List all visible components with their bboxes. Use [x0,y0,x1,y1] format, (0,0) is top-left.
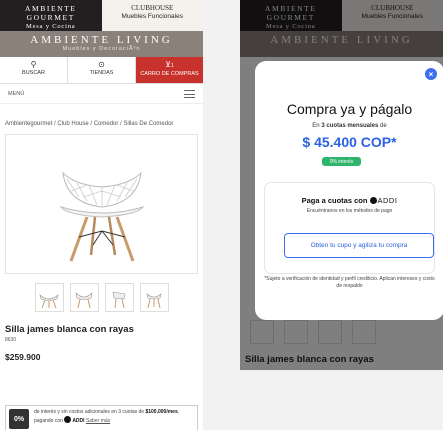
search-button[interactable]: ⚲ BUSCAR [0,57,68,83]
cart-icon: ⊻1 [165,60,174,69]
get-credit-button[interactable]: Obten tu cupo y agiliza tu compra [284,233,434,258]
modal-sub-bold: 3 cuotas mensuales [321,123,379,129]
breadcrumb[interactable]: Ambientegourmet / Club House / Comedor /… [0,104,203,128]
brand-bar: AMBIENTE GOURMET Mesa y Cocina CLUBHOUSE… [0,0,203,31]
brand-right-name: CLUBHOUSE [131,4,174,12]
financing-banner: 0% de interés y sin costos adicionales e… [5,405,198,430]
thumbnail[interactable] [139,283,169,312]
card-title-text: Paga a cuotas con [301,196,368,205]
financing-provider: ADDI [72,418,85,424]
menu-label: MENÚ [8,90,25,97]
menu-bar[interactable]: MENÚ [0,84,203,104]
zero-percent-badge: 0% [9,409,29,429]
product-page-left: AMBIENTE GOURMET Mesa y Cocina CLUBHOUSE… [0,0,203,430]
close-icon[interactable]: × [425,68,437,80]
modal-subline: En 3 cuotas mensuales de [255,123,443,129]
cart-button[interactable]: ⊻1 CARRO DE COMPRAS [136,57,203,83]
nav-row: ⚲ BUSCAR ⊙ TIENDAS ⊻1 CARRO DE COMPRAS [0,57,203,84]
living-tag: Muebles y DecoraciÃ³n [62,46,141,52]
thumbnail[interactable] [34,283,64,312]
ambiente-living-logo[interactable]: AMBIENTE LIVING Muebles y DecoraciÃ³n [0,31,203,57]
addi-financing-modal: × Compra ya y págalo En 3 cuotas mensual… [255,61,443,320]
search-icon: ⚲ [30,60,37,69]
financing-amount: $100.000/mes [145,409,178,415]
card-title: Paga a cuotas con ADDI [265,196,434,205]
modal-installment-price: $ 45.400 COP* [302,134,397,150]
addi-logo-icon [369,197,377,204]
financing-text: de interés y sin costos adicionales en 3… [34,409,194,425]
living-name: AMBIENTE LIVING [30,34,173,46]
chair-image [59,171,144,262]
thumbnail[interactable] [69,283,99,312]
zero-interest-badge: 0% interés [322,157,361,166]
modal-footnote: *Sujeto a verificación de identidad y pe… [264,276,435,289]
hamburger-icon[interactable] [184,89,195,98]
product-price: $259.900 [5,352,41,362]
stores-label: TIENDAS [89,70,114,76]
product-title: Silla james blanca con rayas [5,324,134,335]
brand-left-name: AMBIENTE GOURMET [24,4,77,22]
stores-button[interactable]: ⊙ TIENDAS [68,57,136,83]
brand-left-tag: Mesa y Cocina [26,23,76,30]
cart-count: 1 [171,63,174,69]
card-brand: ADDI [377,196,398,205]
product-main-image[interactable] [5,134,198,274]
product-sku: 8630 [5,337,17,343]
addi-card: Paga a cuotas con ADDI Encuéntranos en l… [264,182,435,274]
location-pin-icon: ⊙ [98,60,105,69]
modal-sub-prefix: En [312,123,320,129]
addi-logo-icon [64,416,72,423]
saber-mas-link[interactable]: Saber más [86,418,110,424]
clubhouse-logo[interactable]: CLUBHOUSE Muebles Funcionales [101,0,203,31]
financing-line1: de interés y sin costos adicionales en 3… [34,409,145,415]
card-subtitle: Encuéntranos en los métodos de pago [306,208,393,214]
cart-label: CARRO DE COMPRAS [140,71,199,77]
search-label: BUSCAR [22,70,45,76]
ambiente-gourmet-logo[interactable]: AMBIENTE GOURMET Mesa y Cocina [0,0,102,31]
modal-sub-suffix: de [380,123,387,129]
brand-right-tag: Muebles Funcionales [121,13,183,20]
thumbnail[interactable] [104,283,134,312]
product-page-right: AMBIENTE GOURMET Mesa y Cocina CLUBHOUSE… [240,0,443,370]
modal-headline: Compra ya y págalo [286,101,413,117]
thumbnail-strip [0,283,203,312]
